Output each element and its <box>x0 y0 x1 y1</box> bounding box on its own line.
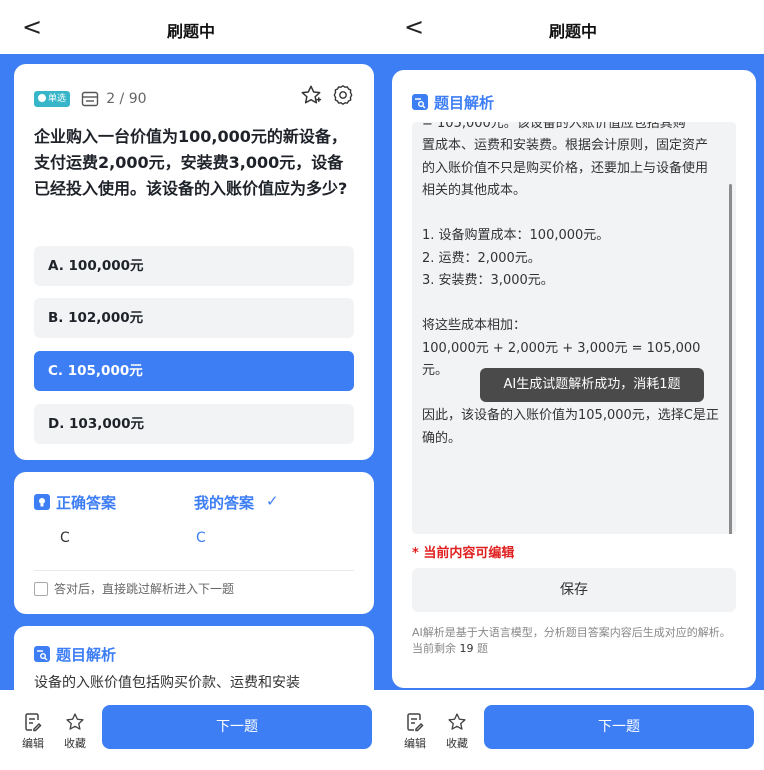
favorite-tab[interactable]: 收藏 <box>58 712 92 751</box>
star-icon <box>66 713 84 730</box>
gear-icon[interactable] <box>332 84 354 106</box>
bottom-tab-bar: 编辑 收藏 下一题 <box>382 690 764 770</box>
analysis-body: 置成本、运费和安装费。根据会计原则，固定资产的入账价值不只是购买价格，还要加上与… <box>422 138 719 446</box>
favorite-label: 收藏 <box>64 737 86 750</box>
question-text: 企业购入一台价值为100,000元的新设备，支付运费2,000元，安装费3,00… <box>34 127 348 198</box>
remaining-unit: 题 <box>477 642 488 655</box>
ai-footer-note: AI解析是基于大语言模型，分析题目答案内容后生成对应的解析。当前剩余 19 题 <box>412 625 740 657</box>
question-progress: 2 / 90 <box>106 90 147 107</box>
skip-analysis-label[interactable]: 答对后，直接跳过解析进入下一题 <box>54 580 234 597</box>
search-document-icon <box>412 94 428 110</box>
check-icon: ✓ <box>266 492 279 510</box>
edit-label: 编辑 <box>22 737 44 750</box>
analysis-card: 题目解析 = 105,000元。该设备的入账价值应包括其购 置成本、运费和安装费… <box>392 70 756 688</box>
edit-icon <box>407 713 424 732</box>
option-d[interactable]: D. 103,000元 <box>34 404 354 444</box>
favorite-tab[interactable]: 收藏 <box>440 712 474 751</box>
option-c[interactable]: C. 105,000元 <box>34 351 354 391</box>
page-title: 刷题中 <box>548 22 597 41</box>
save-button[interactable]: 保存 <box>412 568 736 612</box>
toast-message: AI生成试题解析成功，消耗1题 <box>480 368 704 402</box>
analysis-preview-text: 设备的入账价值包括购买价款、运费和安装 <box>34 675 300 691</box>
my-answer-label: 我的答案 <box>194 494 255 512</box>
analysis-screen: < 刷题中 题目解析 = 105,000元。该设备的入账价值应包括其购 置成本、… <box>382 0 764 770</box>
my-answer-value: C <box>196 530 206 546</box>
navbar: < 刷题中 <box>382 0 764 54</box>
scrollbar[interactable] <box>729 184 732 534</box>
edit-label: 编辑 <box>404 737 426 750</box>
correct-answer-value: C <box>60 530 70 546</box>
page-title: 刷题中 <box>166 22 215 41</box>
option-a[interactable]: A. 100,000元 <box>34 246 354 286</box>
analysis-editor[interactable]: = 105,000元。该设备的入账价值应包括其购 置成本、运费和安装费。根据会计… <box>412 122 736 534</box>
divider <box>34 570 354 571</box>
editable-note: * 当前内容可编辑 <box>412 546 515 561</box>
question-type-badge: 单选 <box>34 90 71 107</box>
remaining-count: 19 <box>459 642 474 655</box>
star-icon[interactable] <box>300 84 322 106</box>
answer-card: 正确答案 我的答案 ✓ C C 答对后，直接跳过解析进入下一题 <box>14 472 374 614</box>
question-type-label: 单选 <box>48 93 67 104</box>
bottom-tab-bar: 编辑 收藏 下一题 <box>0 690 382 770</box>
star-icon <box>448 713 466 730</box>
check-circle-icon <box>38 93 46 102</box>
lightbulb-icon <box>34 494 50 510</box>
edit-tab[interactable]: 编辑 <box>398 712 432 751</box>
edit-tab[interactable]: 编辑 <box>16 712 50 751</box>
navbar: < 刷题中 <box>0 0 382 54</box>
question-meta: 单选 2 / 90 <box>34 88 147 107</box>
option-b[interactable]: B. 102,000元 <box>34 298 354 338</box>
analysis-title: 题目解析 <box>434 94 495 112</box>
edit-icon <box>25 713 42 732</box>
next-question-button[interactable]: 下一题 <box>102 705 372 749</box>
question-card: 单选 2 / 90 企业购入一台价值为100,000元的新设备，支付运费2,00… <box>14 64 374 460</box>
favorite-label: 收藏 <box>446 737 468 750</box>
next-question-button[interactable]: 下一题 <box>484 705 754 749</box>
correct-answer-label: 正确答案 <box>56 494 117 512</box>
search-document-icon <box>34 646 50 662</box>
checkbox-icon[interactable] <box>34 582 48 596</box>
analysis-cut-line: = 105,000元。该设备的入账价值应包括其购 <box>422 122 686 131</box>
answer-sheet-icon[interactable] <box>81 91 99 107</box>
question-screen: < 刷题中 单选 2 / 90 企业购入一台价值为100,000元的新设备，支付… <box>0 0 382 770</box>
analysis-title: 题目解析 <box>56 646 117 664</box>
